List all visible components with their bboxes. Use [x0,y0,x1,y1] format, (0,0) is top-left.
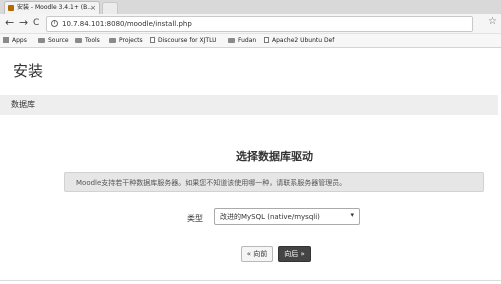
close-tab-icon[interactable]: × [90,2,96,14]
navigation-bar: ← → C i 10.7.84.101:8080/moodle/install.… [0,14,501,34]
divider [0,280,501,281]
reload-icon[interactable]: C [33,17,39,29]
page-icon [150,37,155,43]
folder-icon [228,38,235,43]
bookmark-discourse[interactable]: Discourse for XJTLU [150,34,217,47]
bookmark-tools[interactable]: Tools [75,34,100,47]
forward-arrow-icon[interactable]: → [19,17,28,29]
browser-tab-bar: 安装 - Moodle 3.4.1+ (B... × [0,0,501,14]
folder-icon [38,38,45,43]
folder-icon [109,38,116,43]
database-driver-select[interactable]: 改进的MySQL (native/mysqli) ▾ [214,208,360,225]
browser-tab[interactable]: 安装 - Moodle 3.4.1+ (B... × [4,1,100,14]
back-arrow-icon[interactable]: ← [5,17,14,29]
breadcrumb: 数据库 [11,100,35,109]
bookmark-apps[interactable]: Apps [3,34,27,47]
info-text: Moodle支持若干种数据库服务器。如果您不知道该使用哪一种，请联系服务器管理员… [76,179,347,187]
page-icon [264,37,269,43]
info-box: Moodle支持若干种数据库服务器。如果您不知道该使用哪一种，请联系服务器管理员… [64,172,484,192]
bookmark-source[interactable]: Source [38,34,69,47]
next-button[interactable]: 向后 » [278,246,311,262]
bookmarks-bar: Apps Source Tools Projects Discourse for… [0,34,501,48]
bookmark-fudan[interactable]: Fudan [228,34,256,47]
folder-icon [75,38,82,43]
bookmark-apache2[interactable]: Apache2 Ubuntu Def [264,34,334,47]
apps-grid-icon [3,37,9,43]
info-icon[interactable]: i [51,20,58,27]
chevron-down-icon[interactable]: ▾ [350,211,354,219]
page-title: 安装 [13,62,44,80]
moodle-favicon-icon [8,5,14,11]
bookmark-projects[interactable]: Projects [109,34,143,47]
type-label: 类型 [187,214,203,223]
bookmark-star-icon[interactable]: ☆ [488,16,497,27]
url-text[interactable]: 10.7.84.101:8080/moodle/install.php [62,17,192,31]
section-heading: 选择数据库驱动 [236,150,313,163]
previous-button[interactable]: « 向前 [241,246,273,262]
address-bar[interactable]: i 10.7.84.101:8080/moodle/install.php [46,16,473,32]
selected-driver[interactable]: 改进的MySQL (native/mysqli) [220,212,320,222]
breadcrumb-bar: 数据库 [0,95,498,115]
tab-title: 安装 - Moodle 3.4.1+ (B... [17,4,93,11]
new-tab-button[interactable] [102,2,118,14]
